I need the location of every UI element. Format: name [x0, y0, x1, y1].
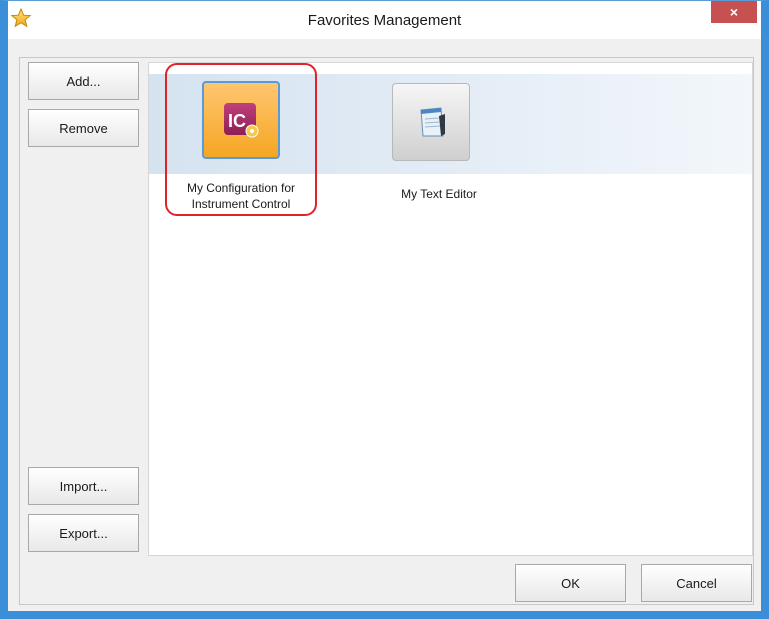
remove-button[interactable]: Remove — [28, 109, 139, 147]
favorite-label: My Text Editor — [367, 186, 511, 202]
close-icon: × — [729, 4, 739, 20]
selection-highlight — [165, 63, 317, 216]
text-editor-icon — [392, 83, 470, 161]
export-button[interactable]: Export... — [28, 514, 139, 552]
import-button[interactable]: Import... — [28, 467, 139, 505]
title-bar: Favorites Management × — [8, 1, 761, 39]
cancel-button[interactable]: Cancel — [641, 564, 752, 602]
close-button[interactable]: × — [711, 1, 757, 23]
add-button[interactable]: Add... — [28, 62, 139, 100]
ok-button[interactable]: OK — [515, 564, 626, 602]
favorite-item-text-editor[interactable]: My Text Editor — [367, 63, 511, 223]
favorite-label-line: My Text Editor — [401, 187, 477, 201]
window-title: Favorites Management — [307, 12, 462, 29]
